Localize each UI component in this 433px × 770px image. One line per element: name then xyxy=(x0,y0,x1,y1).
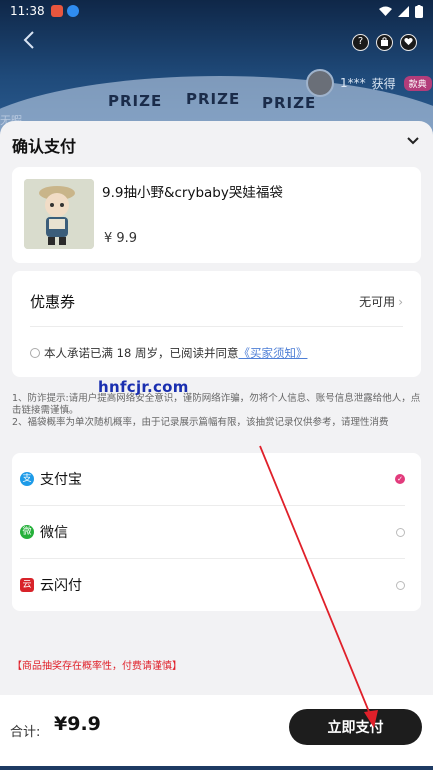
chevron-right-icon: › xyxy=(398,295,403,309)
prize-label: PRIZE xyxy=(108,92,163,110)
payment-option-unionpay[interactable]: 云 云闪付 xyxy=(12,559,421,611)
top-nav: ? xyxy=(0,26,433,58)
payment-radio[interactable] xyxy=(396,580,405,590)
pay-now-button[interactable]: 立即支付 xyxy=(289,709,422,745)
age-agreement[interactable]: 本人承诺已满 18 周岁，已阅读并同意 《买家须知》 xyxy=(30,345,307,361)
notification-icon xyxy=(50,5,63,17)
coupon-label: 优惠券 xyxy=(30,293,76,311)
coupon-value: 无可用 xyxy=(359,295,396,309)
status-bar: 11:38 xyxy=(0,0,433,22)
help-icon[interactable]: ? xyxy=(352,34,369,51)
collapse-button[interactable] xyxy=(407,131,419,150)
bag-icon[interactable] xyxy=(376,34,393,51)
payment-methods: 支 支付宝 ✓ 微 微信 云 云闪付 xyxy=(12,453,421,611)
payment-sheet: 确认支付 9.9抽小野&crybaby哭娃福袋 ¥ 9.9 优惠券 无可用› xyxy=(0,121,433,770)
bag-glyph-icon xyxy=(381,37,388,46)
favorite-icon[interactable] xyxy=(400,34,417,51)
sheet-title: 确认支付 xyxy=(12,137,77,156)
heart-icon xyxy=(404,37,413,46)
avatar xyxy=(306,69,334,97)
product-price: ¥ 9.9 xyxy=(104,231,138,246)
status-time: 11:38 xyxy=(10,4,45,18)
battery-icon xyxy=(415,4,423,18)
payment-radio[interactable] xyxy=(396,527,405,537)
payment-option-alipay[interactable]: 支 支付宝 ✓ xyxy=(12,453,421,505)
notice-line: 1、防诈提示:请用户提高网络安全意识，谨防网络诈骗，勿将个人信息、账号信息泄露给… xyxy=(12,393,421,416)
product-image xyxy=(24,179,94,249)
wifi-icon xyxy=(379,6,392,16)
checkout-bar: 合计: ¥9.9 立即支付 xyxy=(0,695,433,770)
winner-action: 获得 xyxy=(371,76,396,91)
alipay-icon: 支 xyxy=(20,472,34,486)
back-button[interactable] xyxy=(22,30,42,52)
winner-name: 1*** xyxy=(340,76,366,90)
payment-label: 云闪付 xyxy=(40,578,82,594)
notice-line: 2、福袋概率为单次随机概率，由于记录展示篇幅有限，该抽赏记录仅供参考，请理性消费 xyxy=(12,417,389,428)
product-card: 9.9抽小野&crybaby哭娃福袋 ¥ 9.9 xyxy=(12,167,421,263)
agreement-text: 本人承诺已满 18 周岁，已阅读并同意 xyxy=(44,346,239,360)
product-name: 9.9抽小野&crybaby哭娃福袋 xyxy=(102,185,283,201)
divider xyxy=(30,326,403,327)
notice-text: 1、防诈提示:请用户提高网络安全意识，谨防网络诈骗，勿将个人信息、账号信息泄露给… xyxy=(12,393,421,429)
chevron-left-icon xyxy=(23,31,34,49)
doll-figure-icon xyxy=(24,179,94,249)
unionpay-icon: 云 xyxy=(20,578,34,592)
wechat-icon: 微 xyxy=(20,525,34,539)
payment-label: 支付宝 xyxy=(40,472,82,488)
payment-radio-checked[interactable]: ✓ xyxy=(395,474,405,484)
risk-warning: 【商品抽奖存在概率性，付费请谨慎】 xyxy=(12,661,182,672)
notification-icon xyxy=(66,5,79,17)
coupon-card: 优惠券 无可用 › 本人承诺已满 18 周岁，已阅读并同意 《买家须知》 xyxy=(12,271,421,377)
total-label: 合计: xyxy=(10,725,41,740)
home-indicator xyxy=(0,766,433,770)
prize-label: PRIZE xyxy=(186,90,241,108)
watermark: hnfcjr.com xyxy=(98,378,189,396)
total-value: ¥9.9 xyxy=(54,713,101,735)
agreement-checkbox[interactable] xyxy=(30,348,40,358)
signal-icon xyxy=(398,5,409,17)
winner-tag: 款典 xyxy=(403,75,432,91)
payment-label: 微信 xyxy=(40,525,68,541)
coupon-selector[interactable]: 无可用 › xyxy=(359,293,403,310)
winner-banner: 1*** 获得 款典 xyxy=(306,68,432,98)
payment-option-wechat[interactable]: 微 微信 xyxy=(12,506,421,558)
buyer-notice-link[interactable]: 《买家须知》 xyxy=(238,345,307,361)
chevron-down-icon xyxy=(407,137,419,145)
